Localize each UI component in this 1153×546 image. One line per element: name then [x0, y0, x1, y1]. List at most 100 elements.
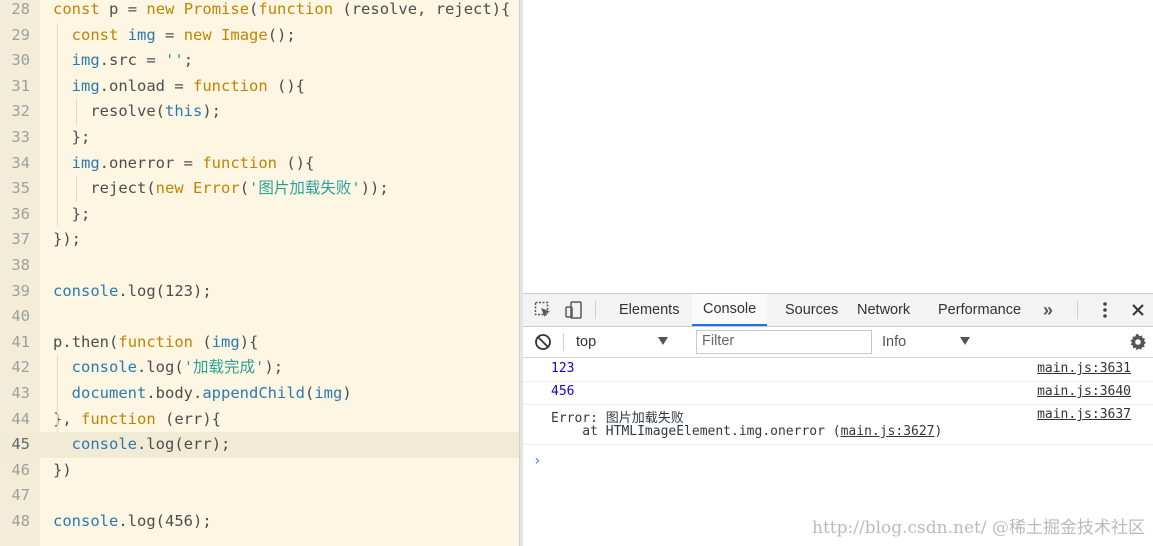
- console-source-link[interactable]: main.js:3640: [1037, 384, 1131, 399]
- clear-console-icon[interactable]: [532, 331, 554, 353]
- line-number: 45: [11, 435, 30, 454]
- line-number: 39: [11, 281, 30, 300]
- kebab-menu-icon[interactable]: [1094, 299, 1116, 321]
- code-text: reject(new Error('图片加载失败'));: [90, 179, 389, 198]
- code-line[interactable]: 30 img.src = '';: [0, 48, 519, 74]
- stack-suffix: ): [934, 424, 943, 439]
- line-number: 29: [11, 25, 30, 44]
- code-line[interactable]: 29 const img = new Image();: [0, 23, 519, 49]
- device-toolbar-icon[interactable]: [563, 299, 585, 321]
- line-number: 32: [11, 102, 30, 121]
- code-line[interactable]: 31 img.onload = function (){: [0, 74, 519, 100]
- code-line[interactable]: 42 console.log('加载完成');: [0, 355, 519, 381]
- line-number: 42: [11, 358, 30, 377]
- toolbar-separator: [595, 301, 596, 319]
- watermark: http://blog.csdn.net/ @稀土掘金技术社区: [812, 518, 1145, 538]
- console-message: 123 main.js:3631: [523, 358, 1153, 382]
- line-number: 33: [11, 128, 30, 146]
- line-number: 38: [11, 256, 30, 274]
- page-viewport: [523, 0, 1153, 293]
- line-number: 44: [11, 409, 30, 428]
- line-number: 40: [11, 307, 30, 326]
- line-number: 48: [11, 512, 30, 530]
- close-icon[interactable]: [1127, 299, 1149, 321]
- line-number: 41: [11, 332, 30, 351]
- stack-prefix: at HTMLImageElement.img.onerror (: [551, 424, 841, 439]
- console-message-text: 456: [551, 384, 575, 399]
- line-number: 37: [11, 230, 30, 249]
- code-text: });: [53, 230, 81, 249]
- code-line[interactable]: 47: [0, 483, 519, 509]
- indent-guide: [57, 355, 58, 433]
- tab-sources[interactable]: Sources: [774, 294, 849, 326]
- code-text: };: [53, 128, 91, 146]
- code-text: document.body.appendChild(img): [71, 384, 352, 402]
- code-line[interactable]: 44 }, function (err){: [0, 407, 519, 433]
- chevron-down-icon: [960, 337, 970, 345]
- line-number: 43: [11, 384, 30, 402]
- code-text: p.then(function (img){: [53, 332, 259, 351]
- error-stack-line: at HTMLImageElement.img.onerror (main.js…: [551, 424, 942, 439]
- code-line[interactable]: 45 console.log(err);: [0, 432, 519, 458]
- code-text: console.log(err);: [71, 435, 231, 454]
- code-line[interactable]: 40: [0, 304, 519, 330]
- indent-guide: [76, 99, 77, 125]
- stack-source-link[interactable]: main.js:3627: [841, 424, 935, 439]
- tab-performance[interactable]: Performance: [927, 294, 1032, 326]
- code-line[interactable]: 46}): [0, 458, 519, 484]
- code-text: img.onerror = function (){: [71, 153, 315, 172]
- code-editor[interactable]: 28 const p = new Promise(function (resolv…: [0, 0, 519, 546]
- code-line[interactable]: 37});: [0, 227, 519, 253]
- line-number: 47: [11, 486, 30, 505]
- code-text: resolve(this);: [90, 102, 221, 121]
- console-message-text: 123: [551, 361, 575, 376]
- code-text: console.log('加载完成');: [71, 358, 284, 377]
- line-number: 36: [11, 204, 30, 223]
- chevron-down-icon: [658, 337, 668, 345]
- context-selector-value: top: [576, 334, 597, 350]
- tab-console[interactable]: Console: [692, 294, 768, 326]
- console-message: 456 main.js:3640: [523, 381, 1153, 405]
- gear-icon[interactable]: [1127, 331, 1149, 353]
- line-number: 28: [11, 0, 30, 18]
- code-text: };: [53, 204, 91, 223]
- tab-network[interactable]: Network: [846, 294, 921, 326]
- code-text: }, function (err){: [53, 409, 221, 428]
- console-prompt[interactable]: ›: [533, 453, 541, 469]
- code-line[interactable]: 43 document.body.appendChild(img): [0, 381, 519, 407]
- log-level-selector[interactable]: Info: [882, 327, 972, 357]
- line-number: 34: [11, 153, 30, 172]
- console-source-link[interactable]: main.js:3637: [1037, 407, 1131, 422]
- code-line[interactable]: 38: [0, 253, 519, 279]
- line-number: 30: [11, 51, 30, 70]
- line-number: 35: [11, 179, 30, 198]
- devtools-tab-bar: Elements Console Sources Network Performance…: [523, 293, 1153, 327]
- console-source-link[interactable]: main.js:3631: [1037, 361, 1131, 376]
- code-text: console.log(123);: [53, 281, 212, 300]
- code-line[interactable]: 32 resolve(this);: [0, 99, 519, 125]
- tab-elements[interactable]: Elements: [608, 294, 690, 326]
- code-line[interactable]: 36 };: [0, 202, 519, 228]
- toolbar-separator: [1077, 301, 1078, 319]
- code-text: }): [53, 460, 72, 479]
- filter-box[interactable]: [696, 330, 872, 354]
- code-line[interactable]: 34 img.onerror = function (){: [0, 151, 519, 177]
- code-line[interactable]: 35 reject(new Error('图片加载失败'));: [0, 176, 519, 202]
- line-number: 31: [11, 76, 30, 95]
- code-text: const img = new Image();: [71, 25, 296, 44]
- log-level-value: Info: [882, 334, 907, 350]
- console-toolbar: top Info: [523, 327, 1153, 358]
- code-text: img.src = '';: [71, 51, 194, 70]
- filter-input[interactable]: [697, 331, 867, 351]
- inspect-element-icon[interactable]: [532, 299, 554, 321]
- code-line[interactable]: 41 p.then(function (img){: [0, 330, 519, 356]
- console-error-message: Error: 图片加载失败 at HTMLImageElement.img.on…: [523, 404, 1153, 445]
- context-selector[interactable]: top: [573, 327, 693, 357]
- devtools-panel: Elements Console Sources Network Performance…: [523, 293, 1153, 546]
- code-line[interactable]: 39 console.log(123);: [0, 279, 519, 305]
- code-line[interactable]: 33 };: [0, 125, 519, 151]
- line-number: 46: [11, 460, 30, 479]
- code-line[interactable]: 48 console.log(456);: [0, 509, 519, 535]
- more-tabs-icon[interactable]: »: [1037, 299, 1059, 321]
- code-line[interactable]: 28 const p = new Promise(function (resolv…: [0, 0, 519, 23]
